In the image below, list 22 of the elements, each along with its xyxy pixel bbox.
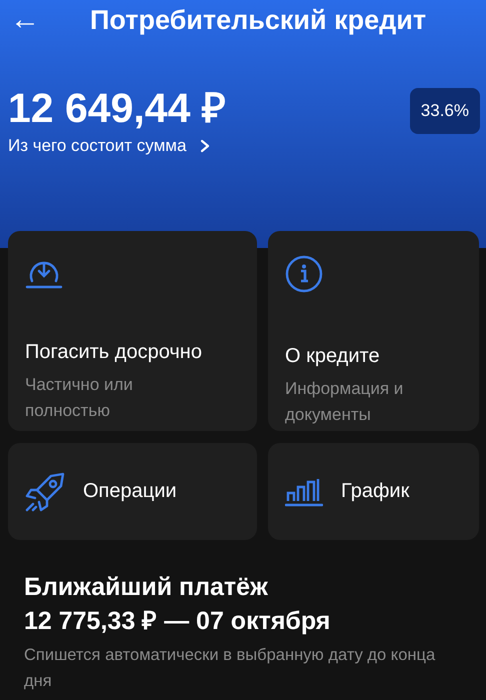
bar-chart-icon xyxy=(285,476,323,506)
card-title: О кредите xyxy=(285,345,380,368)
next-payment-amount: 12 775,33 ₽ — 07 октября xyxy=(24,606,332,637)
interest-rate-badge: 33.6% xyxy=(410,88,480,134)
card-title: Погасить досрочно xyxy=(25,341,202,364)
info-icon xyxy=(285,255,323,293)
chevron-right-icon xyxy=(200,139,210,153)
rocket-icon xyxy=(25,472,65,512)
back-button[interactable]: ← xyxy=(10,2,40,38)
next-payment-note: Спишется автоматически в выбранную дату до конца дня xyxy=(24,645,436,692)
next-payment-title: Ближайший платёж xyxy=(24,572,269,603)
loan-balance: 12 649,44 ₽ xyxy=(8,84,226,132)
action-card[interactable]: Погасить досрочно Частично или полностью xyxy=(8,231,257,431)
action-card[interactable]: О кредите Информация и документы xyxy=(268,231,479,431)
card-subtitle: Частично или полностью xyxy=(25,374,134,422)
card-title: Операции xyxy=(83,480,177,503)
card-title: График xyxy=(341,480,410,503)
action-card[interactable]: График xyxy=(268,443,479,540)
breakdown-link[interactable]: Из чего состоит сумма xyxy=(8,136,226,156)
card-subtitle: Информация и документы xyxy=(285,378,404,426)
action-card[interactable]: Операции xyxy=(8,443,257,540)
screen-title: Потребительский кредит xyxy=(90,4,426,36)
